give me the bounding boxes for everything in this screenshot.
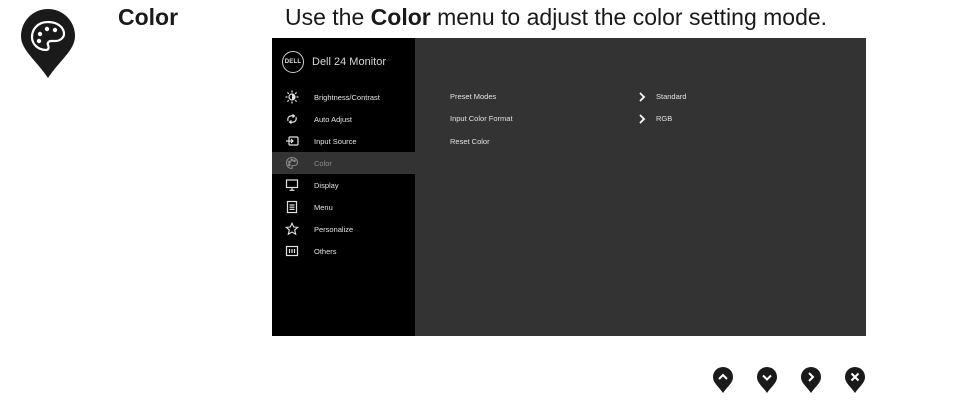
desc-bold: Color [370,4,431,30]
dell-logo: DELL [282,51,304,73]
down-button[interactable] [756,366,778,394]
panel-label: Reset Color [450,137,490,146]
menu-item-others[interactable]: Others [272,240,415,262]
panel-label: Preset Modes [450,92,497,101]
menu-item-display[interactable]: Display [272,174,415,196]
osd-sidebar: DELL Dell 24 Monitor Brightness/Contrast… [272,38,415,336]
desc-before: Use the [285,4,371,30]
menu-item-color[interactable]: Color [272,152,415,174]
auto-adjust-icon [285,112,299,126]
menu-label: Auto Adjust [314,114,352,124]
close-button[interactable] [844,366,866,394]
panel-item-input-color-format[interactable]: Input Color Format [450,112,513,126]
menu-label: Brightness/Contrast [314,92,380,102]
desc-after: menu to adjust the color setting mode. [430,4,828,30]
section-title: Color [118,4,179,30]
menu-item-menu[interactable]: Menu [272,196,415,218]
menu-label: Others [314,246,337,256]
menu-item-auto-adjust[interactable]: Auto Adjust [272,108,415,130]
osd-header: DELL Dell 24 Monitor [282,50,386,74]
menu-label: Menu [314,202,333,212]
menu-item-brightness-contrast[interactable]: Brightness/Contrast [272,86,415,108]
menu-item-personalize[interactable]: Personalize [272,218,415,240]
menu-icon [285,200,299,214]
panel-item-reset-color[interactable]: Reset Color [450,135,490,149]
section-description: Use the Color menu to adjust the color s… [285,2,827,32]
chevron-right-icon [639,114,646,124]
right-button[interactable] [800,366,822,394]
menu-label: Personalize [314,224,354,234]
up-button[interactable] [712,366,734,394]
panel-item-preset-modes[interactable]: Preset Modes [450,90,496,104]
panel-label: Input Color Format [450,114,513,123]
menu-item-input-source[interactable]: Input Source [272,130,415,152]
menu-label: Color [314,158,332,168]
preset-modes-value: Standard [656,92,687,101]
osd-title: Dell 24 Monitor [312,56,386,68]
osd-window: DELL Dell 24 Monitor Brightness/Contrast… [272,38,866,336]
input-color-format-value: RGB [656,114,673,123]
star-icon [285,222,299,236]
menu-label: Input Source [314,136,357,146]
palette-pin-icon [21,9,75,78]
display-icon [285,178,299,192]
brightness-icon [285,90,299,104]
input-source-icon [285,134,299,148]
menu-label: Display [314,180,339,190]
osd-nav-buttons [712,366,866,394]
others-icon [285,244,299,258]
chevron-right-icon [639,92,646,102]
palette-icon [285,156,299,170]
